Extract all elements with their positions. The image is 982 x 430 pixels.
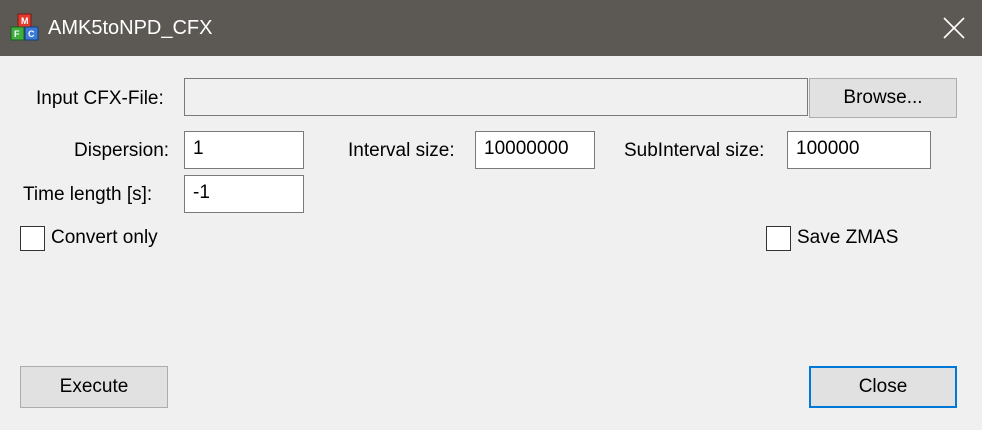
svg-text:C: C <box>28 29 35 39</box>
save-zmas-checkbox[interactable] <box>766 226 791 251</box>
convert-only-checkbox[interactable] <box>20 226 45 251</box>
app-cubes-icon: M F C <box>10 13 39 41</box>
convert-only-label[interactable]: Convert only <box>51 227 158 249</box>
browse-button[interactable]: Browse... <box>809 78 957 118</box>
dispersion-field[interactable]: 1 <box>184 131 304 169</box>
window-title: AMK5toNPD_CFX <box>48 17 213 39</box>
close-button[interactable]: Close <box>809 366 957 408</box>
save-zmas-label[interactable]: Save ZMAS <box>797 227 898 249</box>
execute-button[interactable]: Execute <box>20 366 168 408</box>
time-length-field[interactable]: -1 <box>184 175 304 213</box>
svg-text:M: M <box>21 16 29 26</box>
input-file-field[interactable] <box>184 78 808 116</box>
time-length-label: Time length [s]: <box>23 184 153 205</box>
subinterval-size-field[interactable]: 100000 <box>787 131 931 169</box>
window-close-button[interactable] <box>926 0 982 56</box>
subinterval-size-label: SubInterval size: <box>624 140 765 161</box>
close-icon <box>943 17 965 39</box>
dispersion-label: Dispersion: <box>74 140 170 161</box>
interval-size-field[interactable]: 10000000 <box>475 131 595 169</box>
svg-text:F: F <box>14 29 20 39</box>
interval-size-label: Interval size: <box>348 140 455 161</box>
input-file-label: Input CFX-File: <box>36 88 164 109</box>
title-bar: M F C AMK5toNPD_CFX <box>0 0 982 56</box>
